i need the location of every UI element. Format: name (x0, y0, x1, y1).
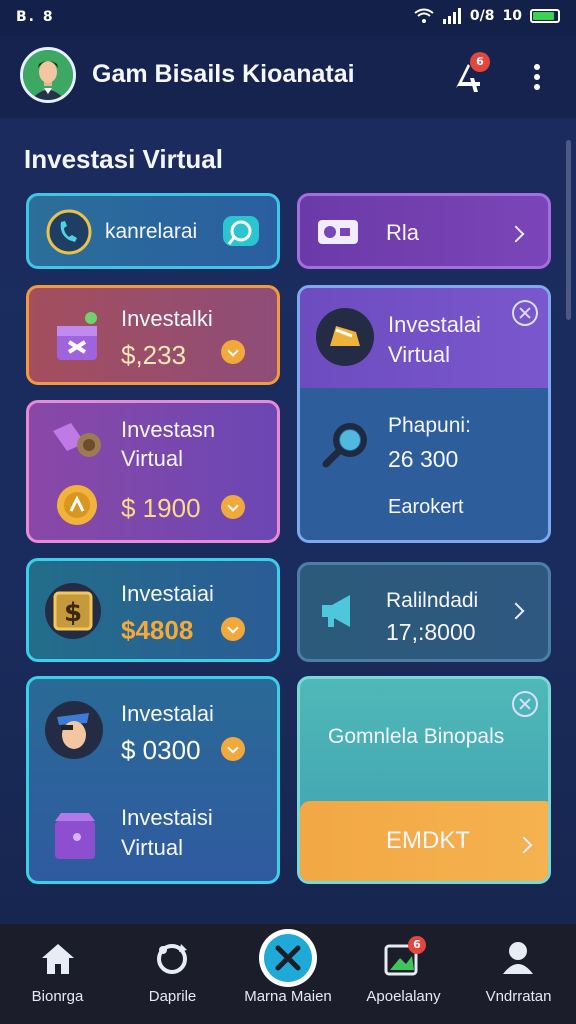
card-label: Investalai (121, 701, 214, 726)
button-label: EMDKT (386, 827, 470, 854)
card-label: Investaiai (121, 581, 214, 606)
user-icon (503, 942, 533, 974)
phone-icon (46, 209, 92, 255)
expand-button[interactable] (221, 340, 245, 364)
chevron-right-icon (507, 602, 525, 620)
status-bar: B. 8 0/8 10 (0, 0, 576, 36)
card-amount: $ 1900 (121, 493, 201, 523)
card-rla[interactable]: Rla (297, 193, 551, 269)
page-title: Investasi Virtual (24, 144, 223, 174)
card-label-line2: Virtual (121, 446, 183, 471)
home-icon (42, 944, 74, 974)
close-icon[interactable] (512, 691, 538, 717)
card-amount: $ 0300 (121, 735, 201, 765)
more-menu-icon[interactable] (528, 60, 546, 96)
card-label: Ralilndadi (386, 589, 479, 612)
nav-item-marna-maien[interactable]: Marna Maien (230, 924, 346, 1024)
nav-item-apoelalany[interactable]: 6 Apoelalany (346, 924, 461, 1024)
bottom-nav: Bionrga Daprile Marna Maien 6 Apoelalany… (0, 924, 576, 1024)
card-label: kanrelarai (105, 220, 198, 243)
avatar[interactable] (20, 47, 76, 103)
nav-label: Apoelalany (366, 988, 441, 1005)
signal-text: 0/8 (469, 8, 495, 24)
scrollbar[interactable] (566, 140, 571, 320)
card-amount: 26 300 (388, 446, 459, 472)
magnifier-icon (322, 423, 367, 468)
card-investalki[interactable]: Investalki $,233 (26, 285, 280, 385)
wifi-icon (414, 8, 434, 23)
card-kanrelarai[interactable]: kanrelarai (26, 193, 280, 269)
dollar-tile-icon: $ (45, 583, 101, 639)
ticket-icon (318, 220, 358, 244)
battery-icon (530, 9, 560, 23)
card-investaiai[interactable]: $ Investaiai $4808 (26, 558, 280, 662)
nav-item-home[interactable]: Bionrga (0, 924, 115, 1024)
battery-prefix: 10 (502, 8, 522, 24)
expand-button[interactable] (221, 617, 245, 641)
gift-box-icon (55, 813, 95, 859)
chat-icon[interactable] (221, 212, 261, 252)
nav-label: Bionrga (31, 988, 84, 1005)
card-label: Gomnlela Binopals (328, 725, 505, 748)
refresh-icon (157, 944, 187, 974)
card-amount: $4808 (121, 615, 194, 645)
status-right: 0/8 10 (414, 8, 560, 24)
coin-icon (57, 485, 97, 525)
man-avatar-icon (23, 50, 73, 100)
close-icon[interactable] (512, 300, 538, 326)
card-label: Phapuni: (388, 414, 471, 437)
card-investasn-virtual[interactable]: Investasn Virtual $ 1900 (26, 400, 280, 543)
card-label-line2: Virtual (121, 835, 183, 860)
nav-label: Marna Maien (244, 988, 332, 1005)
card-investalai-virtual[interactable]: Investalai Virtual Phapuni: 26 300 Earok… (297, 285, 551, 543)
chevron-right-icon (515, 836, 533, 854)
card-label-line1: Investasn (121, 417, 216, 442)
card-ralilndadi[interactable]: Ralilndadi 17,:8000 (297, 562, 551, 662)
notification-badge: 6 (470, 52, 490, 72)
pirate-avatar-icon (45, 701, 103, 759)
card-label: Investalki (121, 306, 213, 331)
svg-text:$: $ (64, 598, 82, 628)
map-icon (53, 423, 101, 457)
card-amount: 17,:8000 (386, 619, 476, 645)
card-label-line2: Virtual (388, 342, 450, 367)
app-title: Gam Bisails Kioanatai (92, 60, 355, 88)
card-gomnlela-binopals[interactable]: Gomnlela Binopals EMDKT (297, 676, 551, 884)
signal-icon (442, 8, 461, 24)
expand-button[interactable] (221, 495, 245, 519)
card-subtext: Earokert (388, 496, 464, 518)
nav-item-vndrratan[interactable]: Vndrratan (461, 924, 576, 1024)
status-left-text: B. 8 (16, 9, 55, 25)
card-label-line1: Investalai (388, 312, 481, 337)
close-center-icon (259, 929, 317, 987)
chevron-right-icon (507, 225, 525, 243)
app-header: Gam Bisails Kioanatai 6 (0, 36, 576, 118)
card-amount: $,233 (121, 340, 187, 370)
nav-badge: 6 (408, 936, 426, 954)
emdkt-button[interactable]: EMDKT (300, 801, 548, 881)
expand-button[interactable] (221, 737, 245, 761)
chest-icon (316, 308, 374, 366)
nav-item-daprile[interactable]: Daprile (115, 924, 230, 1024)
megaphone-icon (322, 595, 350, 627)
card-label: Rla (386, 220, 420, 245)
nav-label: Vndrratan (485, 988, 552, 1005)
gift-box-icon (57, 312, 97, 360)
nav-label: Daprile (148, 988, 197, 1005)
card-investalai[interactable]: Investalai $ 0300 Investaisi Virtual (26, 676, 280, 884)
card-label-line1: Investaisi (121, 805, 213, 830)
